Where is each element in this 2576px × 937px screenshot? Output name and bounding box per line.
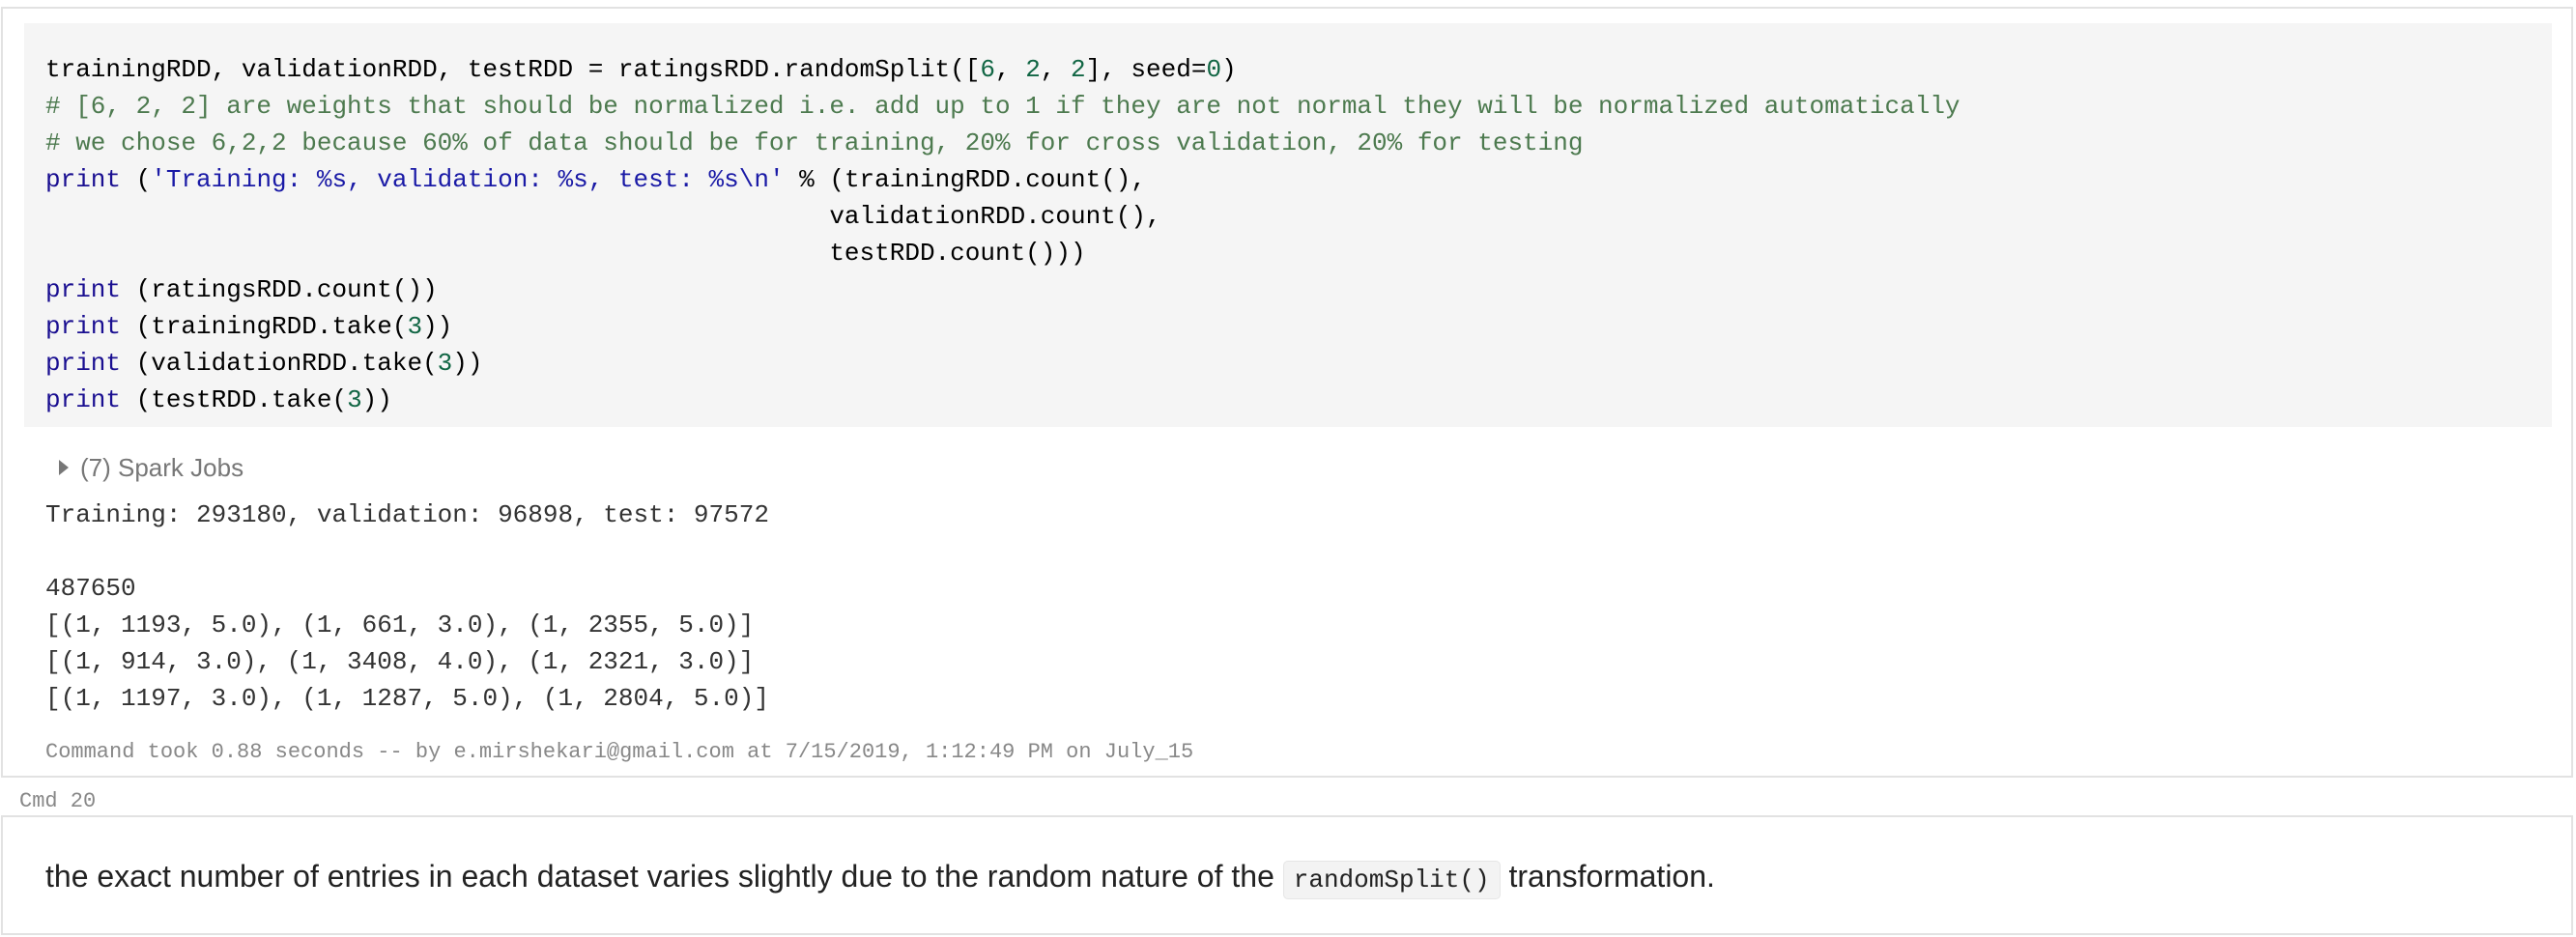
output-line: [(1, 1197, 3.0), (1, 1287, 5.0), (1, 280…: [45, 684, 769, 713]
code-line: print (validationRDD.take(3)): [45, 345, 2552, 382]
code-editor[interactable]: trainingRDD, validationRDD, testRDD = ra…: [24, 23, 2552, 427]
code-token: 0: [1206, 55, 1222, 84]
code-token: (testRDD.take(: [121, 385, 348, 414]
code-token: ): [1221, 55, 1237, 84]
code-token: ,: [994, 55, 1026, 84]
code-token: # we chose 6,2,2 because 60% of data sho…: [45, 128, 1584, 157]
markdown-text: the exact number of entries in each data…: [45, 854, 1715, 902]
code-token: testRDD.count())): [45, 239, 1086, 268]
code-token: 'Training: %s, validation: %s, test: %s\…: [151, 165, 785, 194]
output-line: 487650: [45, 574, 136, 603]
code-token: print: [45, 349, 122, 378]
spark-jobs-label: (7) Spark Jobs: [80, 452, 244, 482]
spark-jobs-toggle[interactable]: (7) Spark Jobs: [59, 448, 243, 487]
code-token: validationRDD.count(),: [45, 202, 1161, 231]
code-token: )): [452, 349, 483, 378]
code-token: (: [121, 165, 152, 194]
cell-output: Training: 293180, validation: 96898, tes…: [45, 497, 769, 717]
code-token: ,: [1040, 55, 1072, 84]
code-token: (ratingsRDD.count()): [121, 275, 438, 304]
command-status: Command took 0.88 seconds -- by e.mirshe…: [45, 740, 1194, 764]
code-token: print: [45, 275, 122, 304]
code-line: print (ratingsRDD.count()): [45, 271, 2552, 308]
output-line: [(1, 914, 3.0), (1, 3408, 4.0), (1, 2321…: [45, 647, 755, 676]
code-token: )): [361, 385, 392, 414]
code-token: print: [45, 385, 122, 414]
code-token: ], seed=: [1085, 55, 1207, 84]
code-token: print: [45, 312, 122, 341]
code-line: print (trainingRDD.take(3)): [45, 308, 2552, 345]
code-token: 3: [437, 349, 453, 378]
notebook-cell-20[interactable]: the exact number of entries in each data…: [1, 815, 2573, 935]
notebook-cell-19[interactable]: trainingRDD, validationRDD, testRDD = ra…: [1, 7, 2573, 778]
code-line: print ('Training: %s, validation: %s, te…: [45, 161, 2552, 198]
code-token: )): [422, 312, 453, 341]
code-token: trainingRDD, validationRDD, testRDD = ra…: [45, 55, 981, 84]
markdown-text-before: the exact number of entries in each data…: [45, 859, 1283, 894]
cmd-label: Cmd 20: [19, 789, 97, 813]
code-token: (trainingRDD.take(: [121, 312, 408, 341]
code-line: # we chose 6,2,2 because 60% of data sho…: [45, 125, 2552, 161]
caret-right-icon: [59, 460, 69, 475]
output-line: [(1, 1193, 5.0), (1, 661, 3.0), (1, 2355…: [45, 610, 755, 639]
code-line: testRDD.count())): [45, 235, 2552, 271]
code-token: % (trainingRDD.count(),: [784, 165, 1147, 194]
code-token: 2: [1025, 55, 1041, 84]
code-token: # [6, 2, 2] are weights that should be n…: [45, 92, 1961, 121]
markdown-text-after: transformation.: [1500, 859, 1715, 894]
code-token: (validationRDD.take(: [121, 349, 438, 378]
code-line: print (testRDD.take(3)): [45, 382, 2552, 418]
code-token: 2: [1071, 55, 1086, 84]
inline-code: randomSplit(): [1282, 861, 1501, 899]
code-token: print: [45, 165, 122, 194]
code-line: validationRDD.count(),: [45, 198, 2552, 235]
code-line: trainingRDD, validationRDD, testRDD = ra…: [45, 51, 2552, 88]
code-token: 6: [980, 55, 995, 84]
code-token: 3: [347, 385, 362, 414]
output-line: Training: 293180, validation: 96898, tes…: [45, 500, 769, 529]
code-token: 3: [407, 312, 423, 341]
code-line: # [6, 2, 2] are weights that should be n…: [45, 88, 2552, 125]
